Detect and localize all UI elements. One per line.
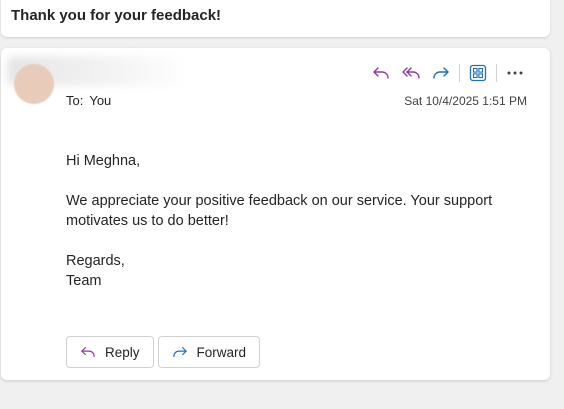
- subject-header: Thank you for your feedback!: [1, 0, 550, 37]
- forward-icon: [172, 347, 187, 357]
- recipient-line: To: You: [66, 93, 117, 108]
- reply-button[interactable]: [366, 60, 396, 86]
- message-card: To: You Sat 10/4/2025 1:51 PM Hi Meghna, …: [1, 48, 550, 380]
- toolbar-divider: [459, 64, 460, 82]
- reply-all-icon: [402, 67, 420, 79]
- body-paragraph: We appreciate your positive feedback on …: [66, 193, 493, 229]
- forward-button[interactable]: [426, 60, 456, 86]
- reply-action-button[interactable]: Reply: [66, 336, 154, 368]
- closing: Regards,: [66, 253, 125, 269]
- apps-icon: [469, 64, 487, 82]
- reply-label: Reply: [105, 344, 140, 360]
- subject-title: Thank you for your feedback!: [11, 7, 222, 24]
- greeting: Hi Meghna,: [66, 153, 141, 169]
- reply-icon: [81, 347, 95, 357]
- apps-button[interactable]: [463, 60, 493, 86]
- timestamp: Sat 10/4/2025 1:51 PM: [404, 94, 527, 108]
- more-actions-button[interactable]: [500, 60, 530, 86]
- avatar[interactable]: [14, 64, 54, 104]
- toolbar-divider: [496, 64, 497, 82]
- to-label: To:: [66, 93, 84, 108]
- reply-all-button[interactable]: [396, 60, 426, 86]
- more-icon: [507, 71, 523, 75]
- recipient-name[interactable]: You: [89, 93, 111, 108]
- forward-label: Forward: [196, 344, 247, 360]
- quick-actions: Reply Forward: [66, 336, 264, 368]
- forward-icon: [433, 67, 449, 79]
- message-body: Hi Meghna, We appreciate your positive f…: [66, 151, 526, 291]
- forward-action-button[interactable]: Forward: [157, 336, 261, 368]
- signature: Team: [66, 273, 102, 289]
- reply-icon: [373, 67, 389, 79]
- message-toolbar: [366, 60, 530, 86]
